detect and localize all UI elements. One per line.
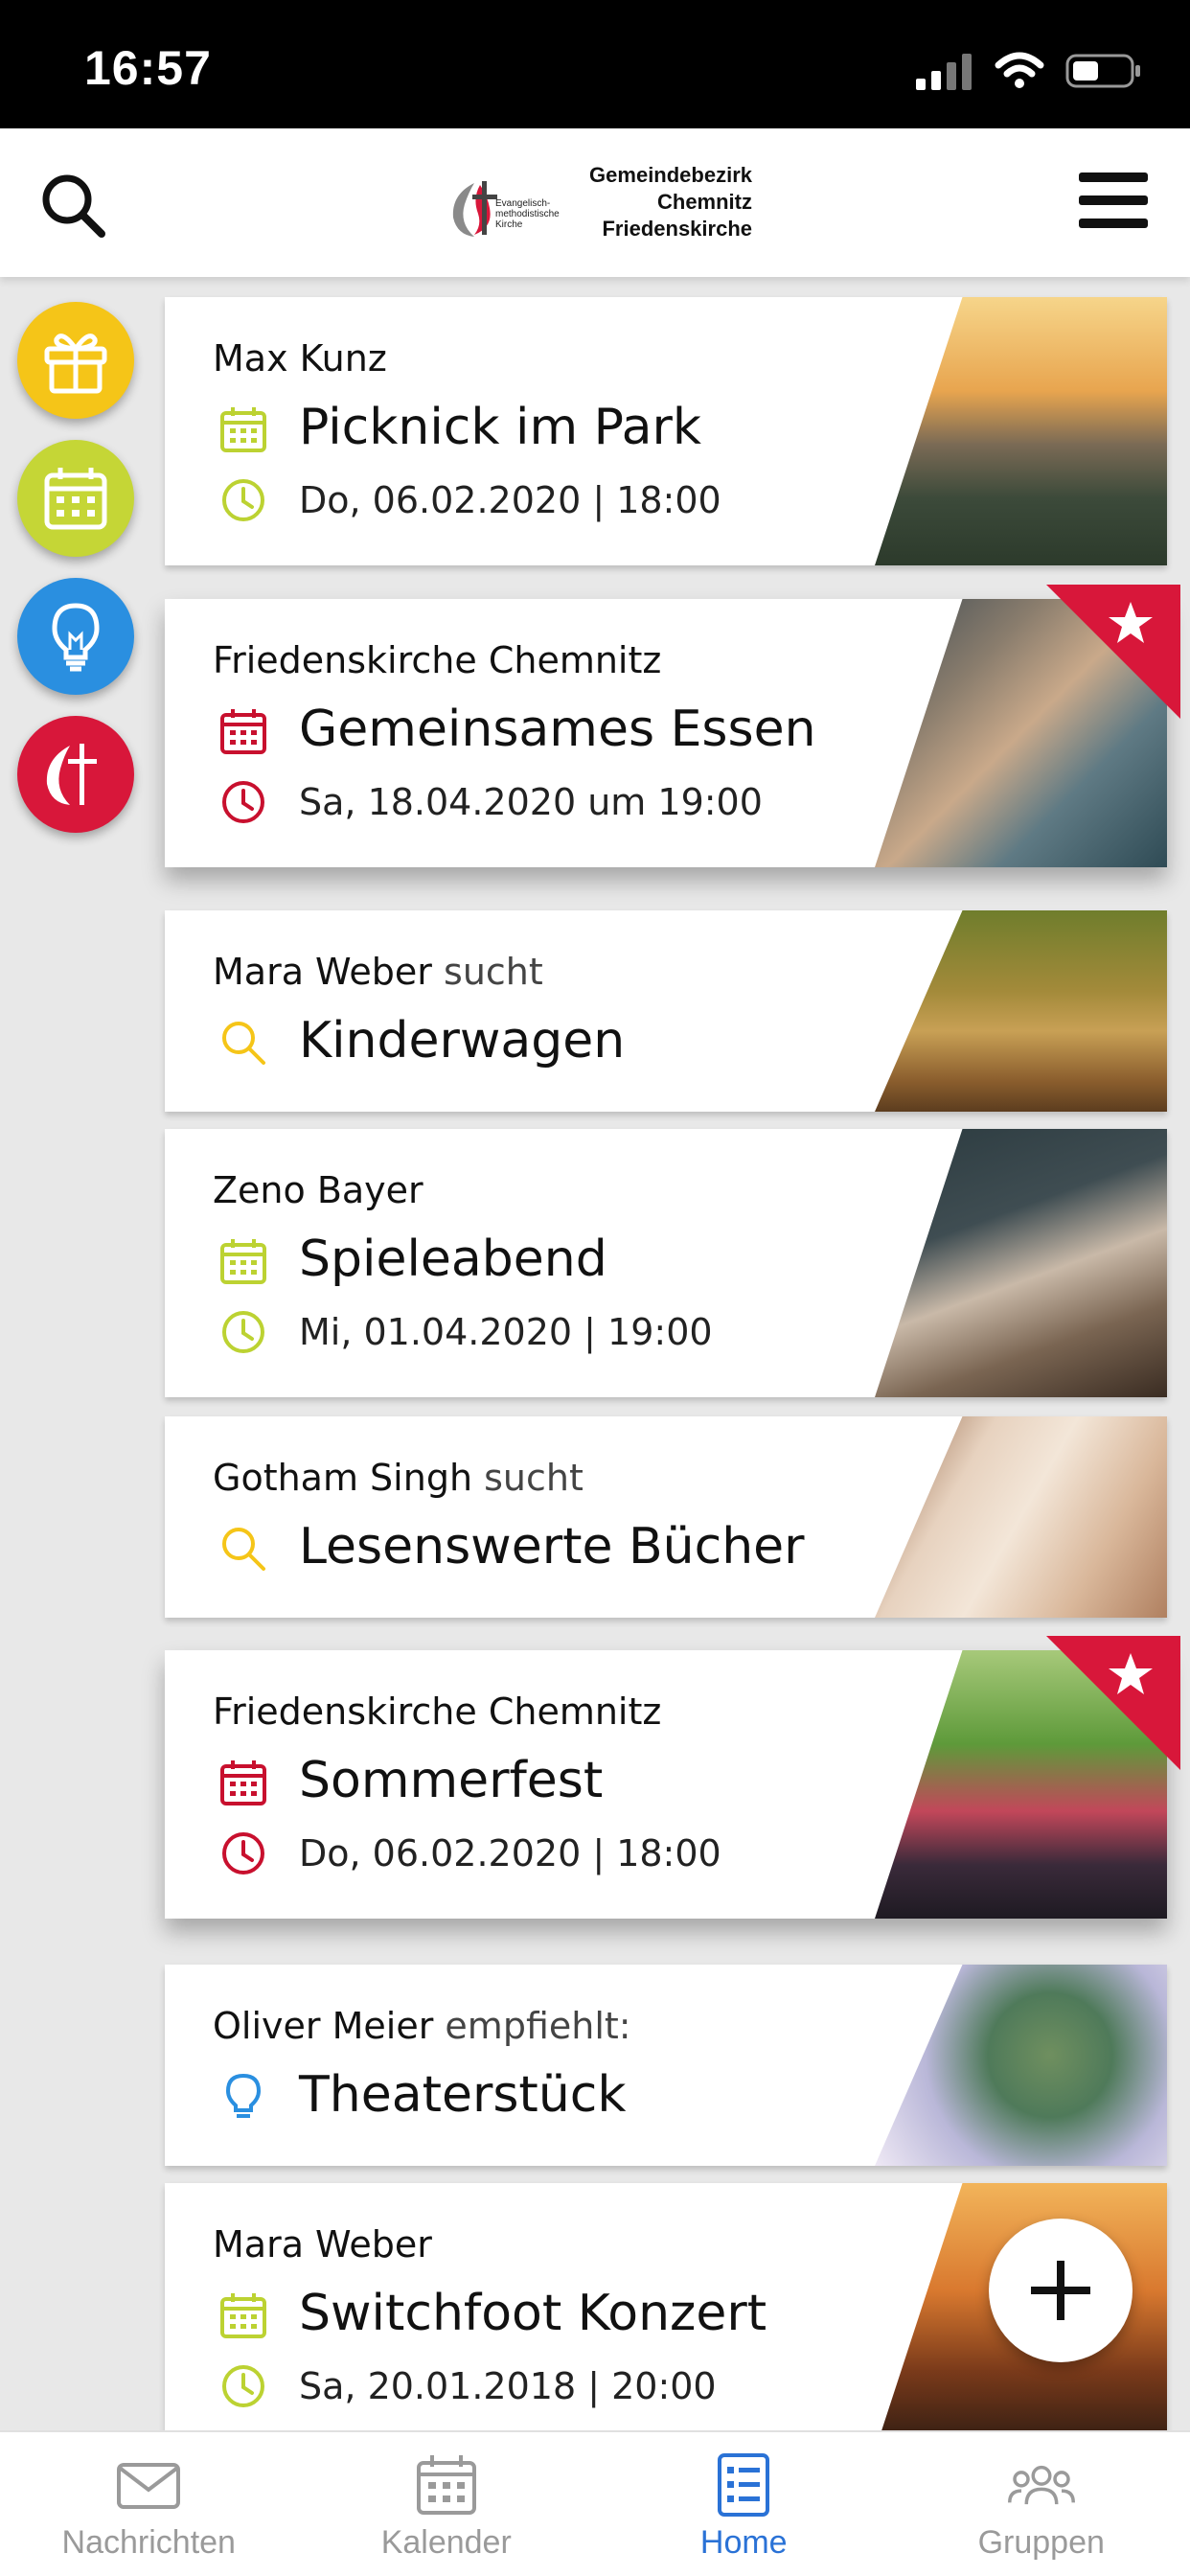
church-logo: Evangelisch-methodistische Kirche Gemein… bbox=[446, 162, 752, 248]
clock-icon bbox=[222, 2365, 264, 2407]
card-title: Kinderwagen bbox=[299, 1012, 626, 1070]
card-title: Lesenswerte Bücher bbox=[299, 1518, 805, 1576]
card-title: Spieleabend bbox=[299, 1230, 607, 1288]
clock-icon bbox=[222, 1832, 264, 1874]
card-title: Theaterstück bbox=[299, 2066, 627, 2124]
tab-gruppen[interactable]: Gruppen bbox=[893, 2432, 1190, 2576]
signal-icon bbox=[916, 54, 972, 90]
card-date: Do, 06.02.2020 | 18:00 bbox=[299, 479, 721, 521]
feed-card[interactable]: Oliver Meier empfiehlt: Theaterstück bbox=[165, 1965, 1167, 2166]
clock-icon bbox=[222, 781, 264, 823]
tab-nachrichten[interactable]: Nachrichten bbox=[0, 2432, 298, 2576]
card-date: Mi, 01.04.2020 | 19:00 bbox=[299, 1311, 713, 1353]
tab-kalender[interactable]: Kalender bbox=[298, 2432, 596, 2576]
church-button[interactable] bbox=[17, 716, 134, 833]
lightbulb-icon bbox=[52, 603, 100, 672]
tab-label: Home bbox=[699, 2524, 788, 2561]
card-author: Max Kunz bbox=[213, 337, 387, 380]
card-author: Friedenskirche Chemnitz bbox=[213, 1690, 662, 1733]
tip-photo bbox=[875, 1965, 1167, 2166]
quick-action-sidebar bbox=[17, 302, 134, 854]
logo-title: Gemeindebezirk Chemnitz Friedenskirche bbox=[589, 162, 752, 242]
add-post-button[interactable] bbox=[989, 2219, 1133, 2362]
feed-card[interactable]: Mara Weber sucht Kinderwagen bbox=[165, 910, 1167, 1112]
ideas-button[interactable] bbox=[17, 578, 134, 695]
card-title: Picknick im Park bbox=[299, 399, 702, 456]
tab-home[interactable]: Home bbox=[595, 2432, 893, 2576]
book-photo bbox=[875, 1416, 1167, 1618]
calendar-icon bbox=[44, 468, 107, 530]
calendar-icon bbox=[220, 1760, 266, 1806]
logo-line-2: Chemnitz bbox=[657, 190, 752, 214]
calendar-button[interactable] bbox=[17, 440, 134, 557]
card-date: Sa, 20.01.2018 | 20:00 bbox=[299, 2365, 717, 2407]
card-author: Friedenskirche Chemnitz bbox=[213, 639, 662, 681]
card-author: Mara Weber sucht bbox=[213, 951, 543, 993]
feed-card[interactable]: Zeno Bayer Spieleabend Mi, 01.04.2020 | … bbox=[165, 1129, 1167, 1397]
event-photo bbox=[875, 297, 1167, 565]
system-indicators bbox=[916, 50, 1142, 92]
group-icon bbox=[1007, 2465, 1075, 2505]
feed-card[interactable]: Friedenskirche Chemnitz Gemeinsames Esse… bbox=[165, 599, 1167, 867]
card-date: Do, 06.02.2020 | 18:00 bbox=[299, 1832, 721, 1874]
gift-icon bbox=[44, 334, 107, 394]
search-icon bbox=[222, 1022, 265, 1065]
wifi-icon bbox=[995, 52, 1044, 88]
status-bar: 16:57 bbox=[0, 0, 1190, 128]
logo-line-1: Gemeindebezirk bbox=[589, 163, 752, 187]
gift-button[interactable] bbox=[17, 302, 134, 419]
search-icon bbox=[222, 1528, 265, 1571]
plus-icon bbox=[1031, 2261, 1090, 2320]
logo-line-3: Friedenskirche bbox=[602, 217, 752, 241]
feed-card[interactable]: Gotham Singh sucht Lesenswerte Bücher bbox=[165, 1416, 1167, 1618]
card-author: Oliver Meier empfiehlt: bbox=[213, 2005, 631, 2047]
card-title: Switchfoot Konzert bbox=[299, 2285, 767, 2342]
tab-label: Gruppen bbox=[977, 2524, 1105, 2561]
feed-card[interactable]: Friedenskirche Chemnitz Sommerfest Do, 0… bbox=[165, 1650, 1167, 1919]
card-author: Mara Weber bbox=[213, 2223, 432, 2266]
card-author: Zeno Bayer bbox=[213, 1169, 423, 1211]
tab-label: Kalender bbox=[380, 2524, 512, 2561]
featured-star-badge bbox=[1046, 1636, 1180, 1770]
featured-star-badge bbox=[1046, 585, 1180, 719]
card-title: Sommerfest bbox=[299, 1752, 604, 1809]
calendar-icon bbox=[416, 2455, 476, 2515]
calendar-icon bbox=[220, 407, 266, 452]
tab-label: Nachrichten bbox=[61, 2524, 236, 2561]
clock-icon bbox=[222, 1311, 264, 1353]
search-icon[interactable] bbox=[36, 169, 109, 242]
feed-card[interactable]: Max Kunz Picknick im Park Do, 06.02.2020… bbox=[165, 297, 1167, 565]
hamburger-menu-icon[interactable] bbox=[1077, 167, 1150, 234]
status-time: 16:57 bbox=[84, 41, 212, 95]
lightbulb-icon bbox=[225, 2073, 262, 2118]
list-icon bbox=[718, 2453, 770, 2517]
battery-icon bbox=[1065, 54, 1140, 88]
clock-icon bbox=[222, 479, 264, 521]
card-date: Sa, 18.04.2020 um 19:00 bbox=[299, 781, 763, 823]
event-photo bbox=[875, 1129, 1167, 1397]
calendar-icon bbox=[220, 709, 266, 754]
search-photo bbox=[875, 910, 1167, 1112]
app-header: Evangelisch-methodistische Kirche Gemein… bbox=[0, 128, 1190, 277]
mail-icon bbox=[117, 2463, 181, 2509]
bottom-tab-bar: Nachrichten Kalender Home Gruppen bbox=[0, 2430, 1190, 2576]
church-cross-icon bbox=[46, 744, 97, 805]
card-title: Gemeinsames Essen bbox=[299, 701, 816, 758]
calendar-icon bbox=[220, 1239, 266, 1284]
calendar-icon bbox=[220, 2293, 266, 2338]
logo-church-name: Evangelisch-methodistische Kirche bbox=[495, 198, 560, 230]
card-author: Gotham Singh sucht bbox=[213, 1457, 584, 1499]
